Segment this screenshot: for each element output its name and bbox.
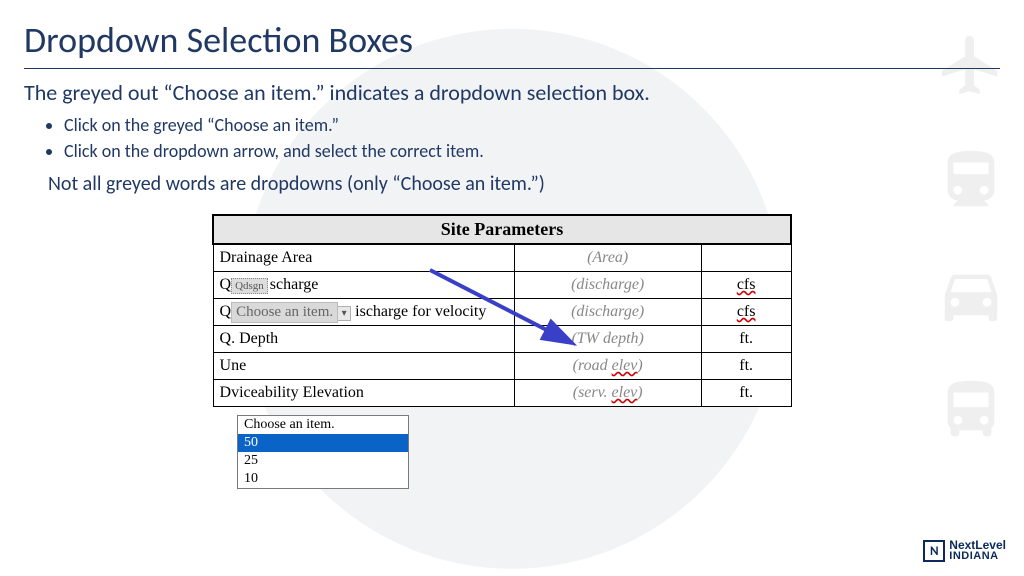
note-text: Not all greyed words are dropdowns (only…: [48, 172, 1000, 196]
dropdown-option[interactable]: Choose an item.: [238, 416, 408, 434]
dropdown-option-selected[interactable]: 50: [238, 434, 408, 452]
dropdown-option[interactable]: 25: [238, 452, 408, 470]
table-header: Site Parameters: [213, 215, 791, 244]
field-tag: Qdsgn: [231, 278, 268, 294]
bullet-item: Click on the greyed “Choose an item.”: [64, 114, 1000, 136]
nextlevel-indiana-logo: N NextLevel INDIANA: [923, 540, 1006, 562]
intro-text: The greyed out “Choose an item.” indicat…: [24, 79, 1000, 106]
logo-mark-icon: N: [923, 540, 945, 562]
dropdown-option[interactable]: 10: [238, 470, 408, 488]
title-rule: [24, 68, 1000, 69]
page-title: Dropdown Selection Boxes: [24, 18, 1000, 62]
bullet-item: Click on the dropdown arrow, and select …: [64, 140, 1000, 162]
dropdown-menu[interactable]: Choose an item. 50 25 10: [237, 415, 409, 489]
chevron-down-icon[interactable]: ▾: [337, 306, 351, 321]
pointer-arrow-icon: [420, 260, 600, 365]
bullet-list: Click on the greyed “Choose an item.” Cl…: [64, 114, 1000, 162]
table-row: Dviceability Elevation (serv. elev) ft.: [213, 380, 791, 407]
dropdown-field[interactable]: Choose an item.: [231, 302, 338, 323]
